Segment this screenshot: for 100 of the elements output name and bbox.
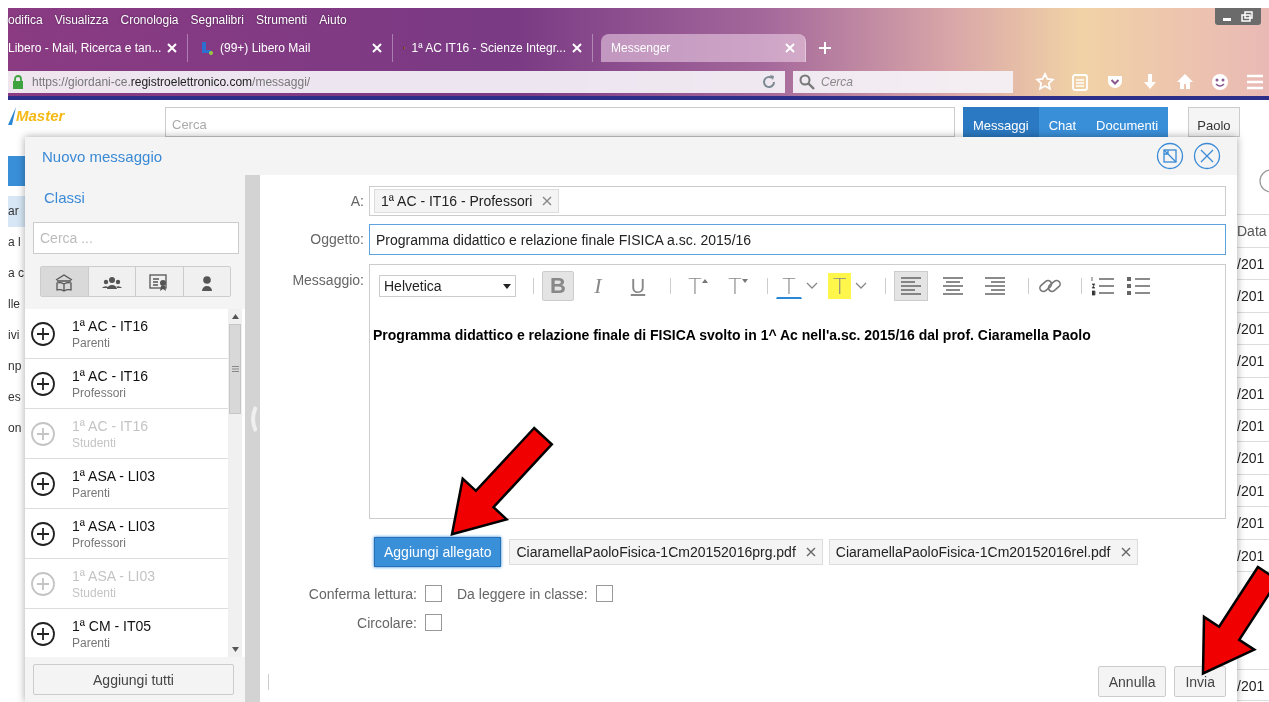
menu-item[interactable]: Strumenti (255, 12, 308, 27)
menu-item[interactable]: Segnalibri (190, 12, 244, 27)
nav-tab[interactable]: Messaggi (963, 107, 1039, 137)
font-dropdown[interactable]: Helvetica (379, 275, 516, 297)
superscript-button[interactable]: T (679, 271, 711, 301)
item-title: 1ª ASA - LI03 (72, 567, 155, 584)
align-center-icon (941, 275, 966, 297)
dialog-title: Nuovo messaggio (42, 147, 163, 165)
logo: Master (8, 107, 158, 125)
add-all-button[interactable]: Aggiungi tutti (33, 664, 234, 695)
grip-icon (231, 366, 239, 372)
close-icon[interactable] (542, 196, 553, 206)
menu-item[interactable]: Cronologia (120, 12, 179, 27)
item-title: 1ª CM - IT05 (72, 617, 152, 634)
option-label: Circolare: (356, 614, 417, 631)
reload-icon[interactable] (761, 74, 777, 91)
field-label: A: (349, 192, 365, 211)
align-button[interactable] (894, 271, 929, 301)
filter-tab[interactable] (41, 266, 88, 296)
caret-icon (503, 283, 511, 289)
recipient-field[interactable]: 1ª AC - IT16 - Professori (369, 186, 1226, 216)
restore-icon[interactable] (1241, 11, 1253, 22)
menu-item[interactable]: Visualizza (54, 12, 109, 27)
window-controls[interactable] (1215, 8, 1261, 25)
new-tab-icon[interactable] (818, 41, 832, 56)
item-title: 1ª AC - IT16 (72, 417, 148, 434)
menu-item[interactable]: Aiuto (319, 12, 347, 27)
field-label: Oggetto: (309, 230, 365, 249)
scrollbar[interactable] (228, 309, 242, 657)
item-subtitle: Parenti (72, 485, 112, 500)
caret-icon[interactable] (855, 282, 868, 290)
add-icon (30, 570, 56, 597)
filter-tab[interactable] (135, 266, 183, 296)
checkbox[interactable] (595, 585, 613, 602)
expand-icon[interactable] (1156, 142, 1184, 170)
item-subtitle: Studenti (72, 435, 118, 450)
message-editor[interactable]: Helvetica B I U T T T T Programma didattico e relazione finale di FISICA svolto in 1^ Ac nell'a.sc. 2015/16 dal prof. Ciaramella Paolo (369, 264, 1226, 519)
item-subtitle: Parenti (72, 335, 112, 350)
attachment-chip[interactable]: CiaramellaPaoloFisica-1Cm20152016rel.pdf (828, 539, 1138, 565)
message-text: Programma didattico e relazione finale di FISICA svolto in 1^ Ac nell'a.sc. 2015/16 dal prof. Ciaramella Paolo (372, 326, 1092, 343)
align-right-icon (983, 275, 1008, 297)
scrollbar-thumb[interactable] (229, 324, 241, 414)
star-icon[interactable] (1035, 72, 1055, 93)
item-title: 1ª AC - IT16 (72, 317, 148, 334)
browser-tab[interactable]: Libero - Mail, Ricerca e tan... (8, 34, 188, 63)
url-text: https://giordani-ce.registroelettronico.com/messaggi/ (32, 75, 312, 90)
filter-tab[interactable] (182, 266, 230, 296)
italic-button[interactable]: I (582, 271, 614, 301)
item-subtitle: Parenti (72, 635, 112, 650)
item-title: 1ª ASA - LI03 (72, 467, 155, 484)
scroll-up-icon[interactable] (231, 314, 239, 319)
down-marker-icon (742, 279, 748, 283)
search-placeholder: Cerca (821, 75, 853, 90)
item-subtitle: Professori (72, 535, 128, 550)
item-subtitle: Professori (72, 385, 128, 400)
address-bar[interactable]: https://giordani-ce.registroelettronico.com/messaggi/ (8, 71, 785, 94)
field-label: Messaggio: (291, 271, 365, 288)
item-title: 1ª ASA - LI03 (72, 517, 155, 534)
item-subtitle: Studenti (72, 585, 118, 600)
menu-item[interactable]: odifica (8, 12, 43, 27)
smiley-icon[interactable] (1210, 72, 1230, 93)
collapse-handle-icon (248, 405, 257, 432)
attachment-chip[interactable]: CiaramellaPaoloFisica-1Cm20152016prg.pdf (509, 539, 823, 565)
checkbox[interactable] (425, 585, 442, 602)
numbered-list-icon[interactable] (1090, 275, 1117, 297)
add-icon (30, 470, 56, 497)
up-marker-icon (702, 279, 708, 283)
add-icon (30, 320, 56, 347)
underline-button[interactable]: U (622, 271, 654, 301)
option-label: Conferma lettura: (307, 585, 417, 602)
close-icon[interactable] (1193, 142, 1221, 170)
panel-title: Classi (43, 188, 86, 208)
bulleted-list-icon[interactable] (1126, 275, 1153, 297)
subscript-button[interactable]: T (719, 271, 751, 301)
align-left-icon (899, 275, 924, 297)
search-field[interactable]: Cerca ... (33, 222, 239, 254)
recipient-tag[interactable]: 1ª AC - IT16 - Professori (374, 189, 560, 213)
user-button[interactable]: Paolo (1188, 107, 1240, 137)
add-icon (30, 620, 56, 647)
send-button[interactable]: Invia (1174, 666, 1226, 697)
text-color-button[interactable]: T (776, 273, 802, 299)
browser-tab[interactable]: 1ª AC IT16 - Scienze Integr... (393, 34, 593, 63)
browser-tab[interactable]: (99+) Libero Mail (188, 34, 393, 63)
circle-button-icon[interactable] (1257, 168, 1269, 194)
item-title: 1ª AC - IT16 (72, 367, 148, 384)
close-icon[interactable] (1120, 547, 1131, 557)
logo-mark-icon (8, 107, 16, 125)
add-icon (30, 370, 56, 397)
caret-icon[interactable] (806, 282, 818, 290)
subject-field[interactable]: Programma didattico e relazione finale FISICA a.sc. 2015/16 (369, 224, 1226, 255)
search-icon (799, 74, 815, 91)
option-label: Da leggere in classe: (457, 585, 588, 602)
lock-icon (12, 75, 24, 90)
add-icon (30, 420, 56, 447)
checkbox[interactable] (425, 614, 442, 631)
scroll-down-icon[interactable] (231, 647, 239, 652)
add-icon (30, 520, 56, 547)
filter-tab[interactable] (87, 266, 135, 296)
close-icon[interactable] (805, 547, 816, 557)
cancel-button[interactable]: Annulla (1097, 666, 1167, 697)
